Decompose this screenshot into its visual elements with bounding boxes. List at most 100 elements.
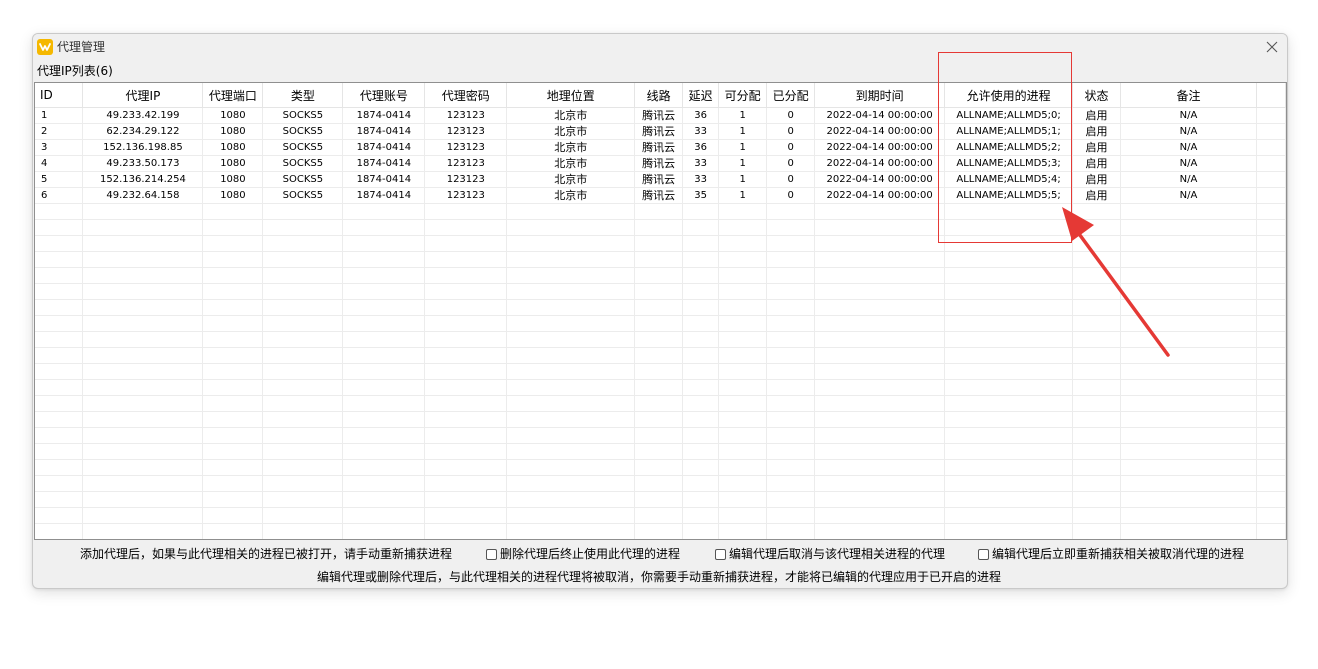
- checkbox[interactable]: [486, 549, 497, 560]
- table-cell: 1874-0414: [343, 188, 425, 204]
- table-cell: [683, 460, 719, 476]
- empty-row: [35, 380, 1286, 396]
- table-cell: [35, 252, 83, 268]
- table-cell: [719, 460, 767, 476]
- table-cell: ALLNAME;ALLMD5;2;: [945, 140, 1073, 156]
- empty-row: [35, 412, 1286, 428]
- table-header-row: ID代理IP代理端口类型代理账号代理密码地理位置线路延迟可分配已分配到期时间允许…: [35, 83, 1286, 108]
- table-cell: [1256, 444, 1285, 460]
- table-cell: [683, 220, 719, 236]
- close-button[interactable]: [1257, 34, 1287, 60]
- table-cell: [1256, 332, 1285, 348]
- table-cell: [815, 316, 945, 332]
- column-header[interactable]: 地理位置: [507, 83, 635, 108]
- table-row[interactable]: 149.233.42.1991080SOCKS51874-0414123123北…: [35, 108, 1286, 124]
- table-cell: [1073, 204, 1121, 220]
- table-cell: [683, 348, 719, 364]
- column-header[interactable]: 已分配: [767, 83, 815, 108]
- column-header[interactable]: 代理IP: [83, 83, 203, 108]
- table-cell: [815, 348, 945, 364]
- table-cell: [343, 460, 425, 476]
- table-cell: 北京市: [507, 108, 635, 124]
- table-cell: [507, 284, 635, 300]
- table-cell: 2022-04-14 00:00:00: [815, 156, 945, 172]
- checkbox[interactable]: [715, 549, 726, 560]
- table-cell: [767, 284, 815, 300]
- table-cell: [1121, 428, 1257, 444]
- table-cell: [203, 316, 263, 332]
- proxy-table-container[interactable]: ID代理IP代理端口类型代理账号代理密码地理位置线路延迟可分配已分配到期时间允许…: [34, 82, 1287, 540]
- table-cell: [683, 444, 719, 460]
- column-header[interactable]: 状态: [1073, 83, 1121, 108]
- table-cell: 2022-04-14 00:00:00: [815, 108, 945, 124]
- column-header[interactable]: 备注: [1121, 83, 1257, 108]
- empty-row: [35, 348, 1286, 364]
- table-cell: [507, 364, 635, 380]
- table-cell: [945, 380, 1073, 396]
- table-cell: [203, 524, 263, 540]
- table-cell: [1073, 524, 1121, 540]
- table-cell: [767, 396, 815, 412]
- table-cell: [83, 300, 203, 316]
- column-header[interactable]: 可分配: [719, 83, 767, 108]
- table-cell: [635, 252, 683, 268]
- table-cell: 35: [683, 188, 719, 204]
- table-cell: [719, 444, 767, 460]
- table-cell: [767, 460, 815, 476]
- column-header[interactable]: 延迟: [683, 83, 719, 108]
- table-cell: [1073, 316, 1121, 332]
- table-cell: 0: [767, 140, 815, 156]
- table-cell: [35, 236, 83, 252]
- table-cell: 2: [35, 124, 83, 140]
- option-recapture-on-edit[interactable]: 编辑代理后立即重新捕获相关被取消代理的进程: [978, 546, 1244, 562]
- table-cell: 152.136.198.85: [83, 140, 203, 156]
- table-cell: [263, 348, 343, 364]
- table-cell: 4: [35, 156, 83, 172]
- table-cell: [263, 396, 343, 412]
- option-cancel-on-edit[interactable]: 编辑代理后取消与该代理相关进程的代理: [715, 546, 945, 562]
- column-header[interactable]: 到期时间: [815, 83, 945, 108]
- table-cell: [203, 348, 263, 364]
- option-terminate-on-delete[interactable]: 删除代理后终止使用此代理的进程: [486, 546, 680, 562]
- checkbox[interactable]: [978, 549, 989, 560]
- table-cell: [1121, 396, 1257, 412]
- table-row[interactable]: 5152.136.214.2541080SOCKS51874-041412312…: [35, 172, 1286, 188]
- column-header[interactable]: 代理密码: [425, 83, 507, 108]
- table-cell: ALLNAME;ALLMD5;3;: [945, 156, 1073, 172]
- table-cell: [767, 316, 815, 332]
- table-cell: N/A: [1121, 156, 1257, 172]
- table-cell: [719, 492, 767, 508]
- table-cell: 北京市: [507, 124, 635, 140]
- table-cell: [635, 236, 683, 252]
- column-header[interactable]: 代理端口: [203, 83, 263, 108]
- column-header[interactable]: 允许使用的进程: [945, 83, 1073, 108]
- table-cell: [683, 412, 719, 428]
- table-cell: [683, 476, 719, 492]
- table-cell: [635, 220, 683, 236]
- table-cell: [767, 492, 815, 508]
- table-cell: [815, 508, 945, 524]
- table-row[interactable]: 649.232.64.1581080SOCKS51874-0414123123北…: [35, 188, 1286, 204]
- table-cell: [1121, 348, 1257, 364]
- table-cell: 腾讯云: [635, 156, 683, 172]
- column-header[interactable]: 线路: [635, 83, 683, 108]
- table-cell: [1073, 252, 1121, 268]
- column-header[interactable]: ID: [35, 83, 83, 108]
- table-cell: 123123: [425, 156, 507, 172]
- column-header[interactable]: 类型: [263, 83, 343, 108]
- table-cell: 3: [35, 140, 83, 156]
- table-cell: [1121, 412, 1257, 428]
- table-cell: 启用: [1073, 140, 1121, 156]
- table-cell: [1121, 380, 1257, 396]
- table-row[interactable]: 449.233.50.1731080SOCKS51874-0414123123北…: [35, 156, 1286, 172]
- table-cell: [83, 396, 203, 412]
- table-cell: [343, 348, 425, 364]
- table-row[interactable]: 3152.136.198.851080SOCKS51874-0414123123…: [35, 140, 1286, 156]
- table-cell: [425, 316, 507, 332]
- column-header[interactable]: 代理账号: [343, 83, 425, 108]
- table-row[interactable]: 262.234.29.1221080SOCKS51874-0414123123北…: [35, 124, 1286, 140]
- table-cell: [945, 412, 1073, 428]
- table-cell: 1080: [203, 188, 263, 204]
- table-cell: 北京市: [507, 188, 635, 204]
- table-cell: [1073, 268, 1121, 284]
